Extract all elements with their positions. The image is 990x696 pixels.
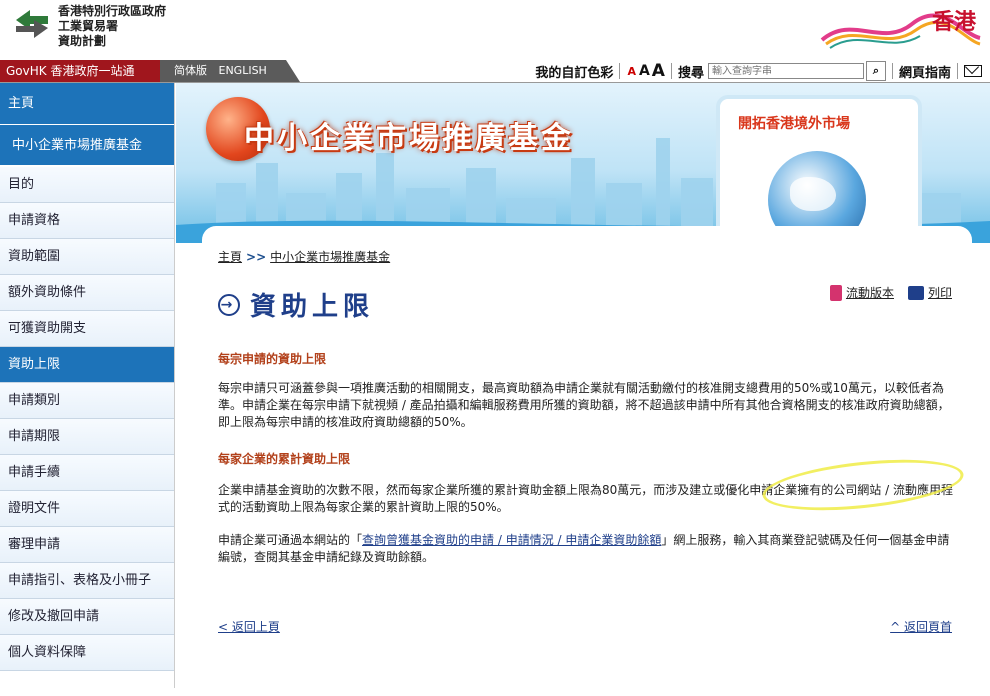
sidebar-item-documents[interactable]: 證明文件 [0,491,174,527]
search-icon[interactable]: ⌕ [865,61,886,81]
banner-title: 中小企業市場推廣基金 [244,121,574,156]
promo-card[interactable]: 開拓香港境外市場 [716,95,922,243]
online-service-link[interactable]: 查詢曾獲基金資助的申請 / 申請情況 / 申請企業資助餘額 [362,533,661,547]
sidebar-item-vetting[interactable]: 審理申請 [0,527,174,563]
sidebar-nav: 主頁 中小企業市場推廣基金 目的 申請資格 資助範圍 額外資助條件 可獲資助開支… [0,83,175,688]
search-input[interactable] [707,63,864,79]
mobile-icon[interactable] [829,284,842,301]
sidebar-item-objective[interactable]: 目的 [0,167,174,203]
lang-simplified-link[interactable]: 简体版 [174,64,207,77]
scheme-banner: 中小企業市場推廣基金 開拓香港境外市場 [176,83,990,243]
sidebar-item-procedures[interactable]: 申請手續 [0,455,174,491]
page-tools: 流動版本 列印 [820,284,952,301]
sidebar-item-amend-withdraw[interactable]: 修改及撤回申請 [0,599,174,635]
divider [670,63,672,79]
lang-english-link[interactable]: ENGLISH [219,64,267,77]
sidebar-item-scheme[interactable]: 中小企業市場推廣基金 [0,125,174,167]
paragraph-online-service: 申請企業可通過本網站的「查詢曾獲基金資助的申請 / 申請情況 / 申請企業資助餘… [218,532,958,566]
sidebar-item-application-deadline[interactable]: 申請期限 [0,419,174,455]
breadcrumb-home-link[interactable]: 主頁 [218,250,242,264]
mobile-version-link[interactable]: 流動版本 [846,284,894,301]
org-line-3: 資助計劃 [58,34,107,48]
sidebar-item-guides-forms[interactable]: 申請指引、表格及小冊子 [0,563,174,599]
breadcrumb-current-link[interactable]: 中小企業市場推廣基金 [270,250,390,264]
site-header: 香港特別行政區政府 工業貿易署 資助計劃 香港 [0,0,990,60]
org-name[interactable]: 香港特別行政區政府 工業貿易署 資助計劃 [58,4,166,49]
paragraph-per-application: 每宗申請只可涵蓋參與一項推廣活動的相關開支，最高資助額為申請企業就有關活動繳付的… [218,381,950,429]
org-line-2: 工業貿易署 [58,19,119,33]
divider [957,63,958,79]
font-size-small-button[interactable]: A [627,65,636,78]
breadcrumb-separator: >> [246,250,267,264]
tid-logo-icon[interactable] [12,6,52,42]
mail-icon[interactable] [964,65,982,77]
sidebar-item-application-types[interactable]: 申請類別 [0,383,174,419]
font-size-large-button[interactable]: A [652,61,665,81]
printer-icon[interactable] [907,285,924,300]
page-title-text: 資助上限 [250,292,375,322]
sidebar-item-home[interactable]: 主頁 [0,83,174,125]
sidebar-item-additional-conditions[interactable]: 額外資助條件 [0,275,174,311]
content-panel: 主頁 >> 中小企業市場推廣基金 → 資助上限 流動版本 列印 每宗申請的資助上限 … [202,226,972,696]
section-heading-cumulative: 每家企業的累計資助上限 [218,452,351,466]
page-guide-link[interactable]: 網頁指南 [899,62,951,81]
sidebar-item-fundable-expenditure[interactable]: 可獲資助開支 [0,311,174,347]
search-label: 搜尋 [677,65,704,81]
breadcrumb: 主頁 >> 中小企業市場推廣基金 [218,248,390,265]
online-service-prefix: 申請企業可通過本網站的「 [218,533,363,547]
divider [619,63,621,79]
custom-colour-link[interactable]: 我的自訂色彩 [535,62,613,81]
font-size-medium-button[interactable]: A [639,63,650,79]
org-line-1: 香港特別行政區政府 [58,4,167,18]
page-title: → 資助上限 [218,286,374,323]
brand-text: 香港 [931,9,976,35]
language-switcher: 简体版 ENGLISH [160,60,300,82]
sidebar-item-scope[interactable]: 資助範圍 [0,239,174,275]
section-heading-per-application: 每宗申請的資助上限 [218,352,327,366]
back-to-previous-link[interactable]: < 返回上頁 [218,618,280,635]
divider [891,63,893,79]
sidebar-item-eligibility[interactable]: 申請資格 [0,203,174,239]
brand-hong-kong-logo: 香港 [812,4,982,52]
back-to-top-link[interactable]: ^ 返回頁首 [890,618,952,635]
sidebar-item-funding-ceiling[interactable]: 資助上限 [0,347,174,383]
promo-title: 開拓香港境外市場 [738,116,850,132]
sidebar-item-privacy[interactable]: 個人資料保障 [0,635,174,671]
govhk-link[interactable]: GovHK 香港政府一站通 [0,60,160,82]
print-link[interactable]: 列印 [928,284,952,301]
arrow-circle-icon: → [218,293,240,316]
utility-tools: 我的自訂色彩 A A A 搜尋 ⌕ 網頁指南 [535,60,982,82]
top-bar: GovHK 香港政府一站通 简体版 ENGLISH 我的自訂色彩 A A A 搜… [0,60,990,83]
